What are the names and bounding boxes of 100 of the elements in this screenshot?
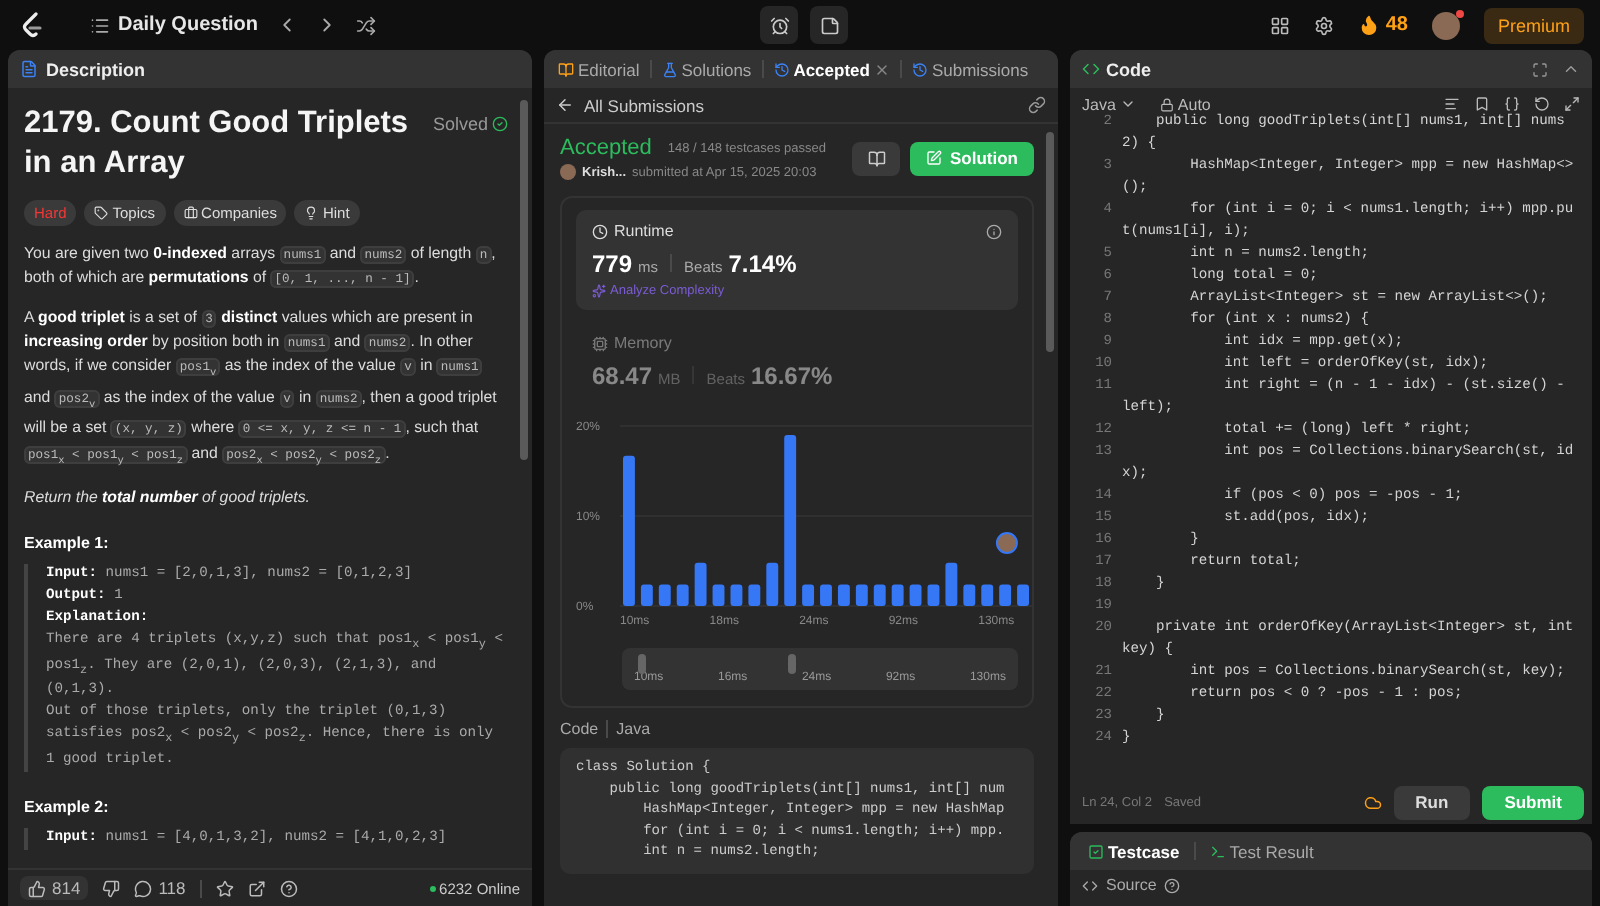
chart-bar: [999, 584, 1012, 606]
caret-icon: [1119, 96, 1136, 112]
problem-list-title[interactable]: Daily Question: [118, 14, 259, 36]
range-handle[interactable]: [638, 654, 646, 674]
lightbulb-icon: [304, 206, 319, 220]
chart-bar: [927, 584, 940, 606]
chart-bar: [963, 584, 976, 606]
sparkle-icon: [592, 284, 606, 298]
note-icon: [819, 15, 839, 35]
document-icon: [20, 60, 38, 78]
chart-bar: [802, 584, 815, 606]
chart-bar: [676, 584, 689, 606]
metric-label: Runtime: [614, 222, 674, 240]
metric-label: Memory: [614, 334, 672, 352]
chart-bar: [748, 584, 761, 606]
check-circle-icon: [492, 116, 508, 132]
chart-bar: [1017, 584, 1029, 606]
help-icon[interactable]: [1164, 877, 1181, 893]
shuffle-icon[interactable]: [356, 15, 377, 35]
settings-icon[interactable]: [1313, 15, 1334, 35]
avatar-marker-icon: [995, 532, 1018, 554]
example-title: Example 1:: [24, 534, 111, 553]
link-icon[interactable]: [1028, 96, 1046, 114]
code-icon: [1082, 60, 1100, 78]
online-status-dot: [429, 885, 436, 891]
fullscreen-icon[interactable]: [1532, 61, 1548, 77]
panel-tab[interactable]: Editorial: [552, 59, 646, 79]
avatar-icon: [560, 164, 576, 180]
beats-percent: 16.67%: [750, 362, 833, 390]
chip-icon: [592, 335, 608, 351]
language-selector[interactable]: Java: [1082, 95, 1136, 113]
star-icon[interactable]: [215, 879, 234, 897]
code-icon: [1082, 877, 1098, 893]
code-label: Code: [560, 720, 599, 738]
cloud-icon[interactable]: [1363, 793, 1382, 811]
reset-icon[interactable]: [1534, 96, 1550, 112]
panel-tab[interactable]: Solutions: [655, 59, 758, 79]
briefcase-icon: [183, 206, 198, 220]
expand-icon[interactable]: [1564, 96, 1580, 112]
problem-title: 2179. Count Good Triplets in an Array: [24, 104, 411, 184]
alarm-clock-icon: [769, 15, 789, 35]
edit-icon: [926, 150, 942, 166]
console-tab[interactable]: Test Result: [1203, 841, 1320, 861]
chart-bar: [766, 562, 779, 606]
chart-bar: [981, 584, 994, 606]
language-label: Java: [616, 720, 651, 738]
example-title: Example 2:: [24, 797, 111, 816]
lock-icon: [1159, 97, 1174, 111]
close-icon[interactable]: [873, 61, 890, 77]
bookmark-icon[interactable]: [1474, 96, 1490, 112]
info-icon[interactable]: [986, 223, 1002, 239]
beats-percent: 7.14%: [728, 250, 797, 278]
chart-bar: [891, 584, 904, 606]
terminal-icon: [1209, 843, 1226, 859]
autocomplete-mode[interactable]: Auto: [1177, 95, 1211, 113]
grid-icon[interactable]: [1269, 15, 1290, 35]
back-arrow-icon: [556, 96, 574, 114]
run-button[interactable]: Run: [1393, 785, 1471, 819]
history-icon: [773, 61, 790, 77]
book-icon: [867, 149, 885, 167]
help-icon[interactable]: [279, 879, 298, 897]
chart-bar: [820, 584, 832, 606]
comment-icon[interactable]: [134, 879, 153, 897]
like-button[interactable]: 814: [20, 876, 89, 900]
avatar-icon[interactable]: [1431, 11, 1460, 39]
scrollbar-thumb[interactable]: [1046, 132, 1054, 352]
panel-tab[interactable]: Accepted: [767, 59, 896, 79]
thumbs-up-icon: [28, 879, 46, 897]
scrollbar-thumb[interactable]: [520, 100, 528, 460]
source-label[interactable]: Source: [1106, 876, 1157, 894]
premium-button[interactable]: Premium: [1483, 7, 1584, 43]
flask-icon: [661, 61, 678, 77]
chart-bar: [658, 584, 671, 606]
alarm-clock-button[interactable]: [760, 6, 798, 44]
logo-icon[interactable]: [20, 11, 44, 39]
description-tab[interactable]: Description: [46, 59, 146, 79]
all-submissions-link[interactable]: All Submissions: [556, 95, 704, 115]
accepted-status: Accepted: [560, 136, 652, 160]
chart-bar: [712, 584, 725, 606]
panel-tab[interactable]: Submissions: [905, 59, 1035, 79]
chart-bar: [730, 584, 743, 606]
list-icon[interactable]: [90, 15, 110, 35]
format-icon[interactable]: [1444, 96, 1460, 112]
share-icon[interactable]: [247, 879, 266, 897]
metric-value: 779: [592, 250, 633, 278]
chart-bar: [855, 584, 868, 606]
book-button[interactable]: [852, 141, 900, 175]
console-tab[interactable]: Testcase: [1082, 841, 1186, 861]
note-button[interactable]: [810, 6, 848, 44]
range-handle[interactable]: [788, 654, 796, 674]
book-icon: [558, 61, 574, 77]
chart-bar: [837, 584, 850, 606]
dislike-icon[interactable]: [102, 879, 121, 897]
chart-bar: [640, 584, 653, 606]
clock-icon: [592, 223, 608, 239]
collapse-icon[interactable]: [1562, 60, 1580, 78]
streak-count: 48: [1385, 14, 1408, 36]
braces-icon[interactable]: [1504, 96, 1520, 112]
code-tab[interactable]: Code: [1106, 59, 1151, 79]
history-icon: [911, 61, 928, 77]
